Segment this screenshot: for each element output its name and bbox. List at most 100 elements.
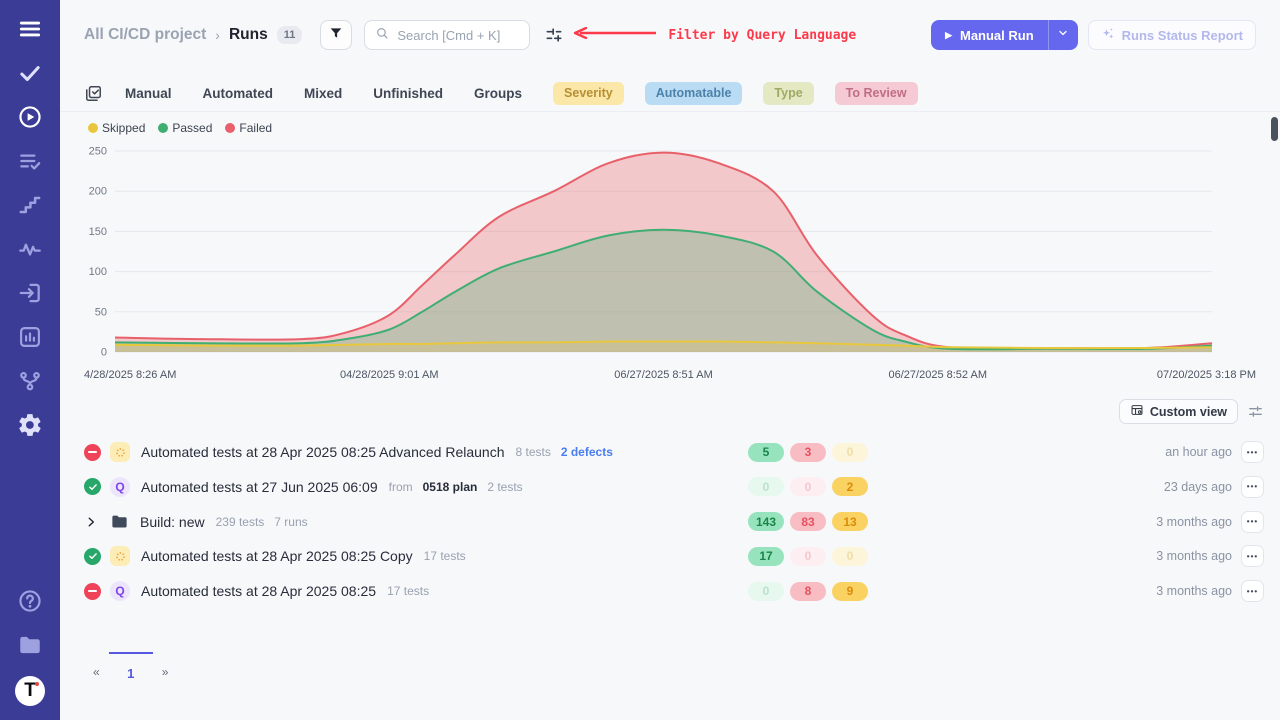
legend-label: Failed: [239, 121, 272, 135]
run-title[interactable]: Automated tests at 27 Jun 2025 06:09: [141, 479, 378, 495]
chart-legend: Skipped Passed Failed: [88, 121, 285, 135]
failed-count-badge: 8: [790, 582, 826, 601]
sidebar-import-icon[interactable]: [17, 280, 43, 306]
svg-text:250: 250: [89, 146, 107, 158]
row-actions-menu-button[interactable]: •••: [1241, 545, 1264, 567]
row-actions-menu-button[interactable]: •••: [1241, 511, 1264, 533]
tab-manual[interactable]: Manual: [125, 86, 172, 101]
result-badges: 002: [748, 477, 874, 496]
sidebar-settings-icon[interactable]: [17, 412, 43, 438]
custom-view-button[interactable]: Custom view: [1119, 399, 1238, 424]
failed-count-badge: 0: [790, 547, 826, 566]
search-input[interactable]: [397, 28, 519, 43]
row-actions-menu-button[interactable]: •••: [1241, 441, 1264, 463]
breadcrumb-separator: ›: [215, 27, 220, 43]
legend-item-passed[interactable]: Passed: [158, 121, 212, 135]
sidebar-integrations-icon[interactable]: [17, 368, 43, 394]
run-meta: 239 tests7 runs: [216, 515, 318, 529]
x-axis-label: 04/28/2025 9:01 AM: [340, 369, 438, 381]
qase-app-icon: Q: [110, 477, 130, 497]
filter-chip-type[interactable]: Type: [763, 82, 813, 105]
meta-text: 0518 plan: [423, 480, 478, 494]
run-title[interactable]: Automated tests at 28 Apr 2025 08:25 Adv…: [141, 444, 504, 460]
manual-run-dropdown-button[interactable]: [1049, 20, 1078, 50]
meta-text: 17 tests: [387, 584, 429, 598]
run-meta: from0518 plan2 tests: [389, 480, 533, 494]
svg-text:0: 0: [101, 347, 107, 358]
filter-chip-to-review[interactable]: To Review: [835, 82, 918, 105]
legend-dot: [88, 123, 98, 133]
manual-run-split-button: ▶ Manual Run: [931, 20, 1078, 50]
runs-chart[interactable]: 050100150200250: [84, 145, 1256, 357]
sidebar-tests-icon[interactable]: [17, 60, 43, 86]
filter-button[interactable]: [320, 20, 352, 50]
row-actions-menu-button[interactable]: •••: [1241, 580, 1264, 602]
query-language-filter-icon[interactable]: [544, 25, 564, 45]
pagination: «1»: [84, 652, 177, 681]
failed-count-badge: 3: [790, 443, 826, 462]
meta-text: 2 tests: [487, 480, 522, 494]
failed-count-badge: 83: [790, 512, 826, 531]
legend-label: Passed: [172, 121, 212, 135]
run-timestamp: 23 days ago: [1164, 480, 1232, 494]
tab-mixed[interactable]: Mixed: [304, 86, 342, 101]
defects-link[interactable]: 2 defects: [561, 445, 613, 459]
run-row[interactable]: Automated tests at 28 Apr 2025 08:25 Adv…: [84, 435, 1264, 469]
main-content: All CI/CD project › Runs 11 Filter by Qu…: [60, 0, 1280, 720]
legend-dot: [158, 123, 168, 133]
sidebar-analytics-icon[interactable]: [17, 324, 43, 350]
passed-count-badge: 0: [748, 582, 784, 601]
scrollbar-thumb[interactable]: [1271, 117, 1278, 141]
tab-groups[interactable]: Groups: [474, 86, 522, 101]
skipped-count-badge: 2: [832, 477, 868, 496]
legend-item-skipped[interactable]: Skipped: [88, 121, 145, 135]
sidebar-test-plans-icon[interactable]: [17, 148, 43, 174]
run-group-row[interactable]: Build: new239 tests7 runs14383133 months…: [84, 505, 1264, 539]
area-passed: [115, 230, 1212, 352]
expand-chevron-icon[interactable]: [84, 515, 98, 529]
failed-count-badge: 0: [790, 477, 826, 496]
run-title[interactable]: Automated tests at 28 Apr 2025 08:25: [141, 583, 376, 599]
sidebar-help-icon[interactable]: [17, 588, 43, 614]
runs-status-report-button[interactable]: Runs Status Report: [1088, 20, 1256, 50]
passed-count-badge: 5: [748, 443, 784, 462]
folder-icon: [110, 512, 129, 531]
pagination-next-button[interactable]: »: [153, 652, 178, 679]
filter-chip-automatable[interactable]: Automatable: [645, 82, 743, 105]
chevron-down-icon: [1057, 26, 1069, 44]
pagination-page-1[interactable]: 1: [109, 652, 153, 681]
select-all-icon[interactable]: [84, 84, 103, 103]
tab-automated[interactable]: Automated: [203, 86, 274, 101]
result-badges: 089: [748, 582, 874, 601]
app-logo[interactable]: T: [15, 676, 45, 706]
skipped-count-badge: 9: [832, 582, 868, 601]
run-title[interactable]: Automated tests at 28 Apr 2025 08:25 Cop…: [141, 548, 413, 564]
filter-chip-severity[interactable]: Severity: [553, 82, 624, 105]
sidebar-steps-icon[interactable]: [17, 192, 43, 218]
breadcrumb-project[interactable]: All CI/CD project: [84, 26, 206, 44]
x-axis-label: 07/20/2025 3:18 PM: [1157, 369, 1256, 381]
sidebar-menu-icon[interactable]: [17, 16, 43, 42]
view-settings-icon[interactable]: [1247, 403, 1264, 420]
run-row[interactable]: QAutomated tests at 28 Apr 2025 08:2517 …: [84, 574, 1264, 608]
breadcrumb-page-title: Runs: [229, 26, 268, 44]
passed-count-badge: 143: [748, 512, 784, 531]
sidebar-pulse-icon[interactable]: [17, 236, 43, 262]
legend-item-failed[interactable]: Failed: [225, 121, 272, 135]
sidebar: T: [0, 0, 60, 720]
row-actions-menu-button[interactable]: •••: [1241, 476, 1264, 498]
pagination-prev-button[interactable]: «: [84, 652, 109, 679]
run-row[interactable]: QAutomated tests at 27 Jun 2025 06:09fro…: [84, 470, 1264, 504]
sidebar-docs-icon[interactable]: [17, 632, 43, 658]
passed-count-badge: 17: [748, 547, 784, 566]
x-axis-label: 06/27/2025 8:51 AM: [614, 369, 712, 381]
svg-text:100: 100: [89, 266, 107, 278]
search-icon: [375, 26, 389, 45]
run-title[interactable]: Build: new: [140, 514, 205, 530]
status-passed-icon: [84, 548, 101, 565]
tab-unfinished[interactable]: Unfinished: [373, 86, 443, 101]
manual-run-button[interactable]: ▶ Manual Run: [931, 20, 1048, 50]
sidebar-runs-icon[interactable]: [17, 104, 43, 130]
search-box[interactable]: [364, 20, 530, 50]
run-row[interactable]: Automated tests at 28 Apr 2025 08:25 Cop…: [84, 539, 1264, 573]
